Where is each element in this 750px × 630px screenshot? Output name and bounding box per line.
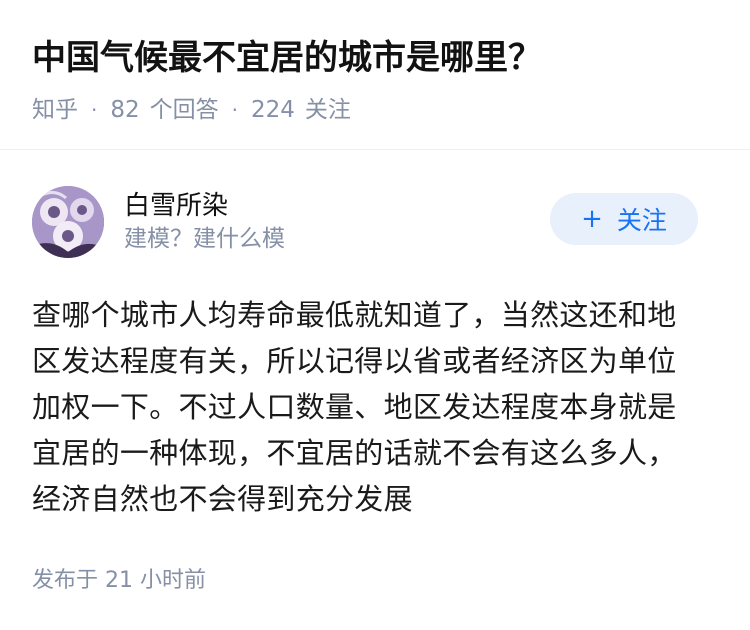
plus-icon: + — [581, 204, 603, 234]
answer-line: 区发达程度有关，所以记得以省或者经济区为单位 — [32, 344, 677, 378]
question-meta: 知乎 · 82 个回答 · 224 关注 — [32, 94, 718, 126]
question-header: 中国气候最不宜居的城市是哪里？ 知乎 · 82 个回答 · 224 关注 — [0, 0, 750, 150]
author-name[interactable]: 白雪所染 — [124, 189, 285, 223]
follower-count[interactable]: 224 — [251, 94, 295, 126]
answer-line: 宜居的一种体现，不宜居的话就不会有这么多人， — [32, 436, 677, 470]
answer-card: 白雪所染 建模？建什么模 + 关注 查哪个城市人均寿命最低就知道了，当然这还和地… — [0, 182, 750, 596]
answer-line: 加权一下。不过人口数量、地区发达程度本身就是 — [32, 390, 677, 424]
anime-avatar-icon — [32, 186, 104, 258]
follow-button[interactable]: + 关注 — [550, 193, 698, 245]
follow-button-label: 关注 — [616, 206, 667, 235]
publish-time: 发布于 21 小时前 — [32, 568, 206, 593]
author-info: 白雪所染 建模？建什么模 — [124, 189, 285, 255]
answer-line: 查哪个城市人均寿命最低就知道了，当然这还和地 — [32, 298, 677, 332]
answer-count[interactable]: 82 — [110, 94, 139, 126]
meta-separator: · — [231, 98, 238, 122]
meta-separator: · — [91, 98, 98, 122]
author-row: 白雪所染 建模？建什么模 + 关注 — [32, 182, 718, 262]
answer-page: 中国气候最不宜居的城市是哪里？ 知乎 · 82 个回答 · 224 关注 白雪所… — [0, 0, 750, 630]
source-label[interactable]: 知乎 — [32, 94, 78, 126]
follower-count-label[interactable]: 关注 — [305, 94, 351, 126]
question-title[interactable]: 中国气候最不宜居的城市是哪里？ — [32, 34, 718, 82]
avatar[interactable] — [32, 186, 104, 258]
answer-content[interactable]: 查哪个城市人均寿命最低就知道了，当然这还和地 区发达程度有关，所以记得以省或者经… — [32, 292, 712, 522]
answer-line: 经济自然也不会得到充分发展 — [32, 482, 413, 516]
answer-count-label[interactable]: 个回答 — [150, 94, 219, 126]
author-bio: 建模？建什么模 — [124, 226, 285, 252]
